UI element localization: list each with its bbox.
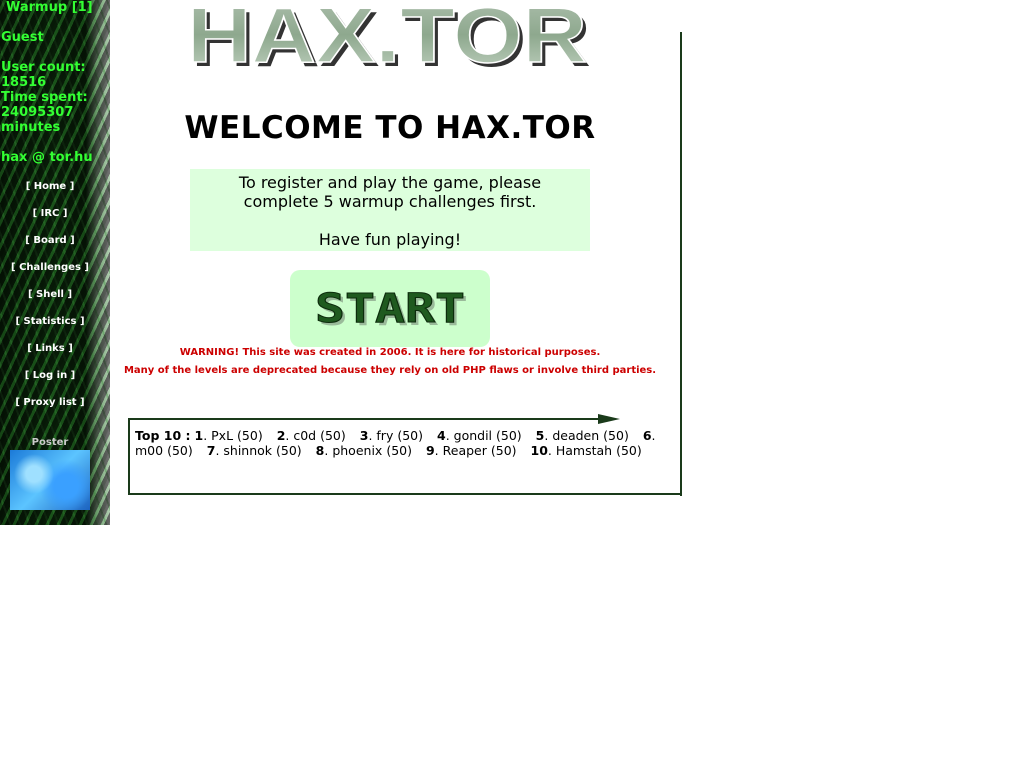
- frame-left-line: [128, 418, 130, 495]
- info-line-1: To register and play the game, please: [238, 173, 542, 192]
- nav-links[interactable]: [ Links ]: [0, 341, 100, 368]
- top10-label: Top 10 :: [135, 428, 191, 443]
- top10-entry[interactable]: 5. deaden (50): [536, 428, 629, 443]
- arrow-icon: [598, 414, 620, 424]
- nav-shell[interactable]: [ Shell ]: [0, 287, 100, 314]
- frame-right-line: [680, 32, 682, 496]
- time-spent-value: 24095307: [1, 105, 74, 120]
- start-label: START: [315, 286, 465, 332]
- nav-login[interactable]: [ Log in ]: [0, 368, 100, 395]
- top10-entry[interactable]: 3. fry (50): [360, 428, 423, 443]
- poster-image[interactable]: [10, 450, 90, 510]
- poster-label: Poster: [31, 437, 69, 448]
- start-button[interactable]: START START: [290, 270, 490, 347]
- contact-email[interactable]: hax @ tor.hu: [0, 150, 100, 165]
- nav-proxy-list[interactable]: [ Proxy list ]: [0, 395, 100, 422]
- top10-entry[interactable]: 8. phoenix (50): [316, 443, 412, 458]
- nav-home[interactable]: [ Home ]: [0, 179, 100, 206]
- top10-entry[interactable]: 4. gondil (50): [437, 428, 522, 443]
- frame-top-line: [128, 418, 602, 420]
- nav-statistics[interactable]: [ Statistics ]: [0, 314, 100, 341]
- info-box: To register and play the game, please co…: [190, 169, 590, 251]
- top10-entry[interactable]: 9. Reaper (50): [426, 443, 517, 458]
- nav-challenges[interactable]: [ Challenges ]: [0, 260, 100, 287]
- sidebar-status: Warmup [1] Guest User count: 18516 Time …: [0, 0, 100, 165]
- top10-entry[interactable]: 7. shinnok (50): [207, 443, 302, 458]
- top10-entry[interactable]: 1. PxL (50): [194, 428, 262, 443]
- sidebar-nav: [ Home ] [ IRC ] [ Board ] [ Challenges …: [0, 179, 100, 422]
- warning-message: WARNING! This site was created in 2006. …: [179, 347, 601, 358]
- user-count-value: 18516: [1, 75, 47, 90]
- frame-bottom-line: [128, 493, 682, 495]
- level-title: Warmup [1]: [6, 0, 93, 15]
- deprecation-message: Many of the levels are deprecated becaus…: [123, 365, 657, 376]
- page-title: WELCOME TO HAX.TOR: [184, 110, 596, 146]
- logo-text: HAX.TOR: [187, 0, 587, 70]
- site-logo[interactable]: HAX.TOR HAX.TOR: [183, 0, 603, 70]
- info-line-2: complete 5 warmup challenges first.: [243, 192, 537, 211]
- top10-list: Top 10 : 1. PxL (50) 2. c0d (50) 3. fry …: [135, 428, 675, 458]
- user-count-label: User count:: [1, 60, 86, 75]
- top10-entry[interactable]: 2. c0d (50): [277, 428, 346, 443]
- top10-entry[interactable]: 10. Hamstah (50): [531, 443, 642, 458]
- nav-board[interactable]: [ Board ]: [0, 233, 100, 260]
- time-spent-label: Time spent:: [1, 90, 88, 105]
- time-spent-unit: minutes: [1, 120, 61, 135]
- username: Guest: [1, 30, 44, 45]
- sidebar: Warmup [1] Guest User count: 18516 Time …: [0, 0, 110, 525]
- nav-irc[interactable]: [ IRC ]: [0, 206, 100, 233]
- info-line-3: Have fun playing!: [318, 230, 462, 249]
